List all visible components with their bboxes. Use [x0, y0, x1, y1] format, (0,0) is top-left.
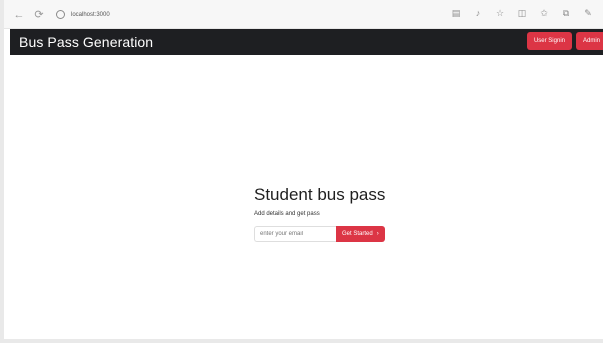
url-text: localhost:3000 [71, 11, 110, 18]
browser-window: ← ⟳ localhost:3000 ▤ ♪ ☆ ◫ ✩ ⧉ ✎ Bus Pas… [0, 0, 603, 343]
refresh-icon[interactable]: ⟳ [32, 8, 46, 22]
email-form: Get Started › [254, 226, 385, 242]
reader-mode-icon[interactable]: ▤ [451, 8, 461, 18]
admin-button[interactable]: Admin [575, 32, 603, 50]
page-title: Student bus pass [254, 185, 386, 204]
get-started-button[interactable]: Get Started › [336, 226, 385, 242]
split-screen-icon[interactable]: ◫ [517, 8, 527, 18]
app-navbar: Bus Pass Generation User Signin Admin [10, 29, 603, 55]
hero-section: Student bus pass Add details and get pas… [254, 185, 386, 242]
navbar-actions: User Signin Admin [526, 32, 603, 50]
browser-toolbar-icons: ▤ ♪ ☆ ◫ ✩ ⧉ ✎ [451, 8, 593, 18]
browser-toolbar: ← ⟳ localhost:3000 ▤ ♪ ☆ ◫ ✩ ⧉ ✎ [4, 0, 603, 29]
page-subtitle: Add details and get pass [254, 211, 320, 217]
user-signin-button[interactable]: User Signin [526, 32, 572, 50]
site-info-icon[interactable] [56, 10, 65, 19]
email-input[interactable] [254, 226, 336, 242]
brand-title[interactable]: Bus Pass Generation [19, 32, 153, 52]
read-aloud-icon[interactable]: ♪ [473, 8, 483, 18]
address-bar[interactable]: localhost:3000 [56, 7, 110, 22]
collections-icon[interactable]: ⧉ [561, 8, 571, 18]
favorite-icon[interactable]: ☆ [495, 8, 505, 18]
chevron-right-icon: › [376, 231, 379, 237]
get-started-label: Get Started [342, 231, 373, 237]
back-icon[interactable]: ← [12, 8, 26, 22]
favorites-icon[interactable]: ✩ [539, 8, 549, 18]
extensions-icon[interactable]: ✎ [583, 8, 593, 18]
